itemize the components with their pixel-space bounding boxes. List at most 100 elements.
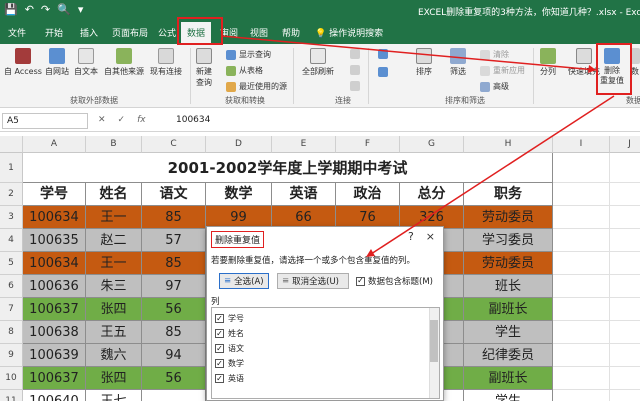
cell-a3[interactable]: 100634 (23, 206, 86, 229)
cell-c7[interactable]: 56 (142, 298, 206, 321)
row-header-5[interactable]: 5 (0, 252, 23, 275)
from-table-button[interactable]: 从表格 (226, 65, 263, 76)
filter-button[interactable]: 筛选 (450, 48, 466, 77)
cell-a8[interactable]: 100638 (23, 321, 86, 344)
row-header-7[interactable]: 7 (0, 298, 23, 321)
tab-insert[interactable]: 插入 (80, 26, 98, 39)
list-item[interactable]: ✓ 学号 (215, 313, 244, 324)
row-header-6[interactable]: 6 (0, 275, 23, 298)
column-header-e[interactable]: E (272, 136, 336, 153)
enter-icon[interactable]: ✓ (118, 115, 126, 125)
cell-b5[interactable]: 王一 (86, 252, 142, 275)
column-header-h[interactable]: H (464, 136, 553, 153)
connections-small-button[interactable] (350, 49, 360, 59)
tell-me-search[interactable]: 💡 操作说明搜索 (315, 26, 383, 39)
refresh-all-button[interactable]: 全部刷新 (302, 48, 334, 77)
row-header-1[interactable]: 1 (0, 153, 23, 183)
tab-formulas[interactable]: 公式 (158, 26, 176, 39)
sort-az-button[interactable] (378, 49, 388, 59)
cell-b4[interactable]: 赵二 (86, 229, 142, 252)
cell-h4[interactable]: 学习委员 (464, 229, 553, 252)
column-header-f[interactable]: F (336, 136, 400, 153)
tab-help[interactable]: 帮助 (282, 26, 300, 39)
text-to-columns-button[interactable]: 分列 (540, 48, 556, 77)
cell-b10[interactable]: 张四 (86, 367, 142, 390)
cell-i4[interactable] (553, 229, 610, 252)
column-header-b[interactable]: B (86, 136, 142, 153)
cell-j11[interactable] (610, 390, 640, 401)
select-all-button[interactable]: ≡ 全选(A) (219, 273, 269, 289)
column-header-c[interactable]: C (142, 136, 206, 153)
list-item[interactable]: ✓ 数学 (215, 358, 244, 369)
recent-sources-button[interactable]: 最近使用的源 (226, 81, 287, 92)
cell-b11[interactable]: 王七 (86, 390, 142, 401)
cell-e2[interactable]: 英语 (272, 183, 336, 206)
from-access-button[interactable]: 自 Access (4, 48, 42, 77)
cell-b6[interactable]: 朱三 (86, 275, 142, 298)
cell-j1[interactable] (610, 153, 640, 183)
from-other-sources-button[interactable]: 自其他来源 (104, 48, 144, 77)
cell-h9[interactable]: 纪律委员 (464, 344, 553, 367)
cell-h7[interactable]: 副班长 (464, 298, 553, 321)
cell-h3[interactable]: 劳动委员 (464, 206, 553, 229)
cell-c5[interactable]: 85 (142, 252, 206, 275)
close-button[interactable]: × (426, 230, 435, 243)
new-query-button[interactable]: 新建 查询 (196, 48, 212, 88)
has-headers-checkbox[interactable]: ✓ 数据包含标题(M) (356, 275, 433, 287)
cell-i2[interactable] (553, 183, 610, 206)
cell-i8[interactable] (553, 321, 610, 344)
cell-c10[interactable]: 56 (142, 367, 206, 390)
cell-i6[interactable] (553, 275, 610, 298)
cell-c3[interactable]: 85 (142, 206, 206, 229)
row-header-9[interactable]: 9 (0, 344, 23, 367)
list-item[interactable]: ✓ 英语 (215, 373, 244, 384)
existing-connections-button[interactable]: 现有连接 (150, 48, 182, 77)
column-header-j[interactable]: J (610, 136, 640, 153)
from-web-button[interactable]: 自网站 (45, 48, 69, 77)
data-validation-button[interactable]: 数 (630, 48, 640, 77)
sheet-title-cell[interactable]: 2001-2002学年度上学期期中考试 (23, 153, 553, 183)
tab-review[interactable]: 审阅 (220, 26, 238, 39)
cell-c6[interactable]: 97 (142, 275, 206, 298)
cell-j9[interactable] (610, 344, 640, 367)
cell-a10[interactable]: 100637 (23, 367, 86, 390)
row-header-2[interactable]: 2 (0, 183, 23, 206)
column-header-d[interactable]: D (206, 136, 272, 153)
cell-j5[interactable] (610, 252, 640, 275)
clear-filter-button[interactable]: 清除 (480, 49, 509, 60)
cell-j3[interactable] (610, 206, 640, 229)
cell-i1[interactable] (553, 153, 610, 183)
column-header-a[interactable]: A (23, 136, 86, 153)
cell-b7[interactable]: 张四 (86, 298, 142, 321)
cell-b2[interactable]: 姓名 (86, 183, 142, 206)
list-item[interactable]: ✓ 姓名 (215, 328, 244, 339)
cell-i10[interactable] (553, 367, 610, 390)
cell-j10[interactable] (610, 367, 640, 390)
sort-button[interactable]: 排序 (416, 48, 432, 77)
formula-input[interactable]: 100634 (176, 115, 210, 125)
save-icon[interactable]: 💾 (4, 3, 18, 16)
cell-h2[interactable]: 职务 (464, 183, 553, 206)
cancel-icon[interactable]: ✕ (98, 115, 106, 125)
cell-f2[interactable]: 政治 (336, 183, 400, 206)
tab-view[interactable]: 视图 (250, 26, 268, 39)
cell-j7[interactable] (610, 298, 640, 321)
cell-c4[interactable]: 57 (142, 229, 206, 252)
cell-i5[interactable] (553, 252, 610, 275)
columns-listbox[interactable]: ✓ 学号 ✓ 姓名 ✓ 语文 ✓ 数学 ✓ 英语 (211, 307, 440, 399)
column-header-i[interactable]: I (553, 136, 610, 153)
redo-icon[interactable]: ↷ (41, 3, 50, 16)
tab-file[interactable]: 文件 (8, 26, 26, 39)
remove-duplicates-button[interactable]: 删除 重复值 (600, 48, 624, 86)
row-header-3[interactable]: 3 (0, 206, 23, 229)
advanced-filter-button[interactable]: 高级 (480, 81, 509, 92)
select-all-corner[interactable] (0, 136, 23, 153)
tab-home[interactable]: 开始 (45, 26, 63, 39)
cell-d2[interactable]: 数学 (206, 183, 272, 206)
cell-b3[interactable]: 王一 (86, 206, 142, 229)
cell-b8[interactable]: 王五 (86, 321, 142, 344)
cell-j2[interactable] (610, 183, 640, 206)
print-preview-icon[interactable]: 🔍 (57, 3, 71, 16)
cell-h6[interactable]: 班长 (464, 275, 553, 298)
cell-a9[interactable]: 100639 (23, 344, 86, 367)
